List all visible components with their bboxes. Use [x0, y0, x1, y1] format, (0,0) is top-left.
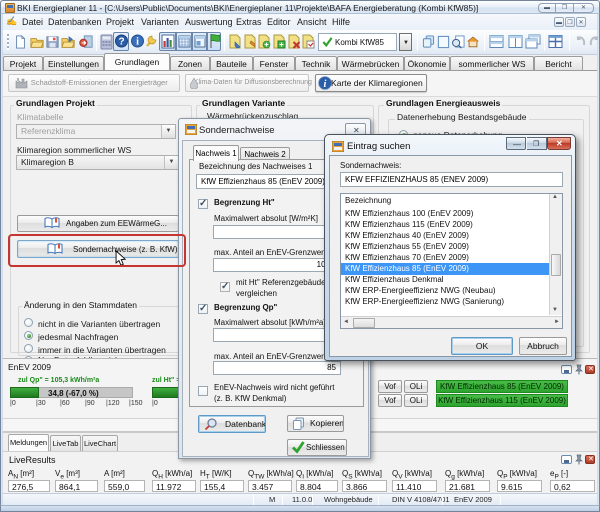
- svg-text:i: i: [136, 37, 139, 48]
- svg-text:i: i: [324, 79, 327, 90]
- svg-text:?: ?: [118, 37, 124, 48]
